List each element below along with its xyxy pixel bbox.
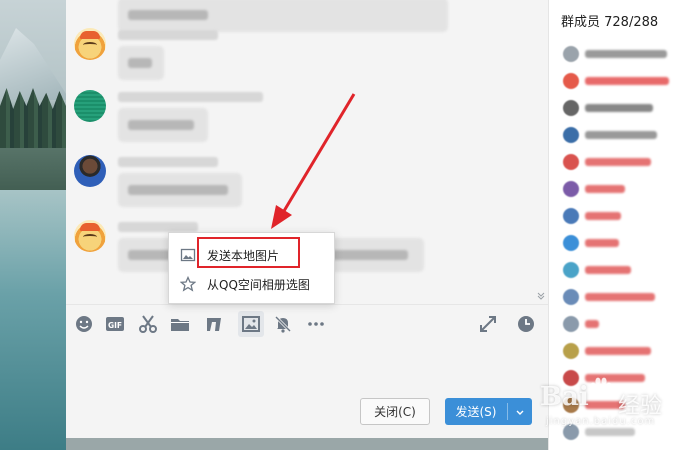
chevron-down-icon[interactable] xyxy=(508,398,532,425)
close-button[interactable]: 关闭(C) xyxy=(360,398,430,425)
member-list-item[interactable] xyxy=(563,288,697,306)
member-name xyxy=(585,185,625,193)
desktop-wallpaper xyxy=(0,0,66,450)
clock-icon[interactable] xyxy=(516,314,536,334)
member-list-item[interactable] xyxy=(563,126,697,144)
avatar[interactable] xyxy=(74,90,106,122)
annotation-highlight-box xyxy=(197,237,300,268)
member-avatar xyxy=(563,73,579,89)
qzone-album-item[interactable]: 从QQ空间相册选图 xyxy=(169,270,334,298)
member-name xyxy=(585,293,655,301)
svg-text:GIF: GIF xyxy=(108,321,122,330)
member-list-item[interactable] xyxy=(563,45,697,63)
member-list-item[interactable] xyxy=(563,342,697,360)
scroll-down-icon[interactable] xyxy=(536,290,546,300)
message-item xyxy=(74,28,534,98)
music-note-icon[interactable] xyxy=(204,314,224,334)
member-avatar xyxy=(563,127,579,143)
bell-off-icon[interactable] xyxy=(273,314,293,334)
member-list-item[interactable] xyxy=(563,207,697,225)
member-name xyxy=(585,320,599,328)
avatar[interactable] xyxy=(74,155,106,187)
message-bubble xyxy=(118,46,164,80)
avatar[interactable] xyxy=(74,28,106,60)
member-avatar xyxy=(563,208,579,224)
message-item xyxy=(74,155,534,225)
watermark-url: jingyan.baidu.com xyxy=(546,416,656,427)
watermark: Bai 经验 jingyan.baidu.com xyxy=(540,370,690,440)
member-list-item[interactable] xyxy=(563,99,697,117)
member-list-item[interactable] xyxy=(563,180,697,198)
folder-icon[interactable] xyxy=(170,314,190,334)
member-list-item[interactable] xyxy=(563,315,697,333)
member-count-title: 群成员 728/288 xyxy=(561,15,659,30)
member-name xyxy=(585,158,651,166)
image-popup-menu: 发送本地图片 从QQ空间相册选图 xyxy=(168,232,335,304)
member-list-item[interactable] xyxy=(563,261,697,279)
member-list-item[interactable] xyxy=(563,234,697,252)
member-avatar xyxy=(563,289,579,305)
input-toolbar: GIF xyxy=(66,304,548,340)
member-avatar xyxy=(563,154,579,170)
avatar[interactable] xyxy=(74,220,106,252)
member-avatar xyxy=(563,181,579,197)
paw-logo-icon xyxy=(590,377,612,398)
sender-name xyxy=(118,222,198,232)
member-avatar xyxy=(563,46,579,62)
member-name xyxy=(585,266,631,274)
more-icon[interactable] xyxy=(306,314,326,334)
message-bubble xyxy=(118,173,242,207)
member-avatar xyxy=(563,316,579,332)
member-name xyxy=(585,239,619,247)
star-icon xyxy=(169,276,207,292)
sender-name xyxy=(118,157,218,167)
watermark-brand: Bai xyxy=(540,382,589,412)
member-list-item[interactable] xyxy=(563,72,697,90)
message-bubble xyxy=(118,108,208,142)
expand-icon[interactable] xyxy=(478,314,498,334)
member-name xyxy=(585,104,653,112)
send-button[interactable]: 发送(S) xyxy=(445,398,532,425)
member-name xyxy=(585,347,651,355)
emoji-icon[interactable] xyxy=(74,314,94,334)
send-button-label[interactable]: 发送(S) xyxy=(445,398,507,425)
sender-name xyxy=(118,30,218,40)
member-avatar xyxy=(563,343,579,359)
message-item xyxy=(74,90,534,160)
wallpaper-lake xyxy=(0,190,66,450)
gif-icon[interactable]: GIF xyxy=(105,314,125,334)
member-avatar xyxy=(563,100,579,116)
member-list-item[interactable] xyxy=(563,153,697,171)
member-name xyxy=(585,131,657,139)
member-avatar xyxy=(563,235,579,251)
popup-item-label: 从QQ空间相册选图 xyxy=(207,277,310,292)
member-name xyxy=(585,212,621,220)
scissors-icon[interactable] xyxy=(138,314,158,334)
member-avatar xyxy=(563,262,579,278)
sender-name xyxy=(118,92,263,102)
member-name xyxy=(585,50,667,58)
chat-window: GIF 关闭(C) 发送(S) xyxy=(66,0,548,438)
image-icon[interactable] xyxy=(238,311,264,337)
member-name xyxy=(585,77,669,85)
message-input-area[interactable] xyxy=(66,342,548,392)
